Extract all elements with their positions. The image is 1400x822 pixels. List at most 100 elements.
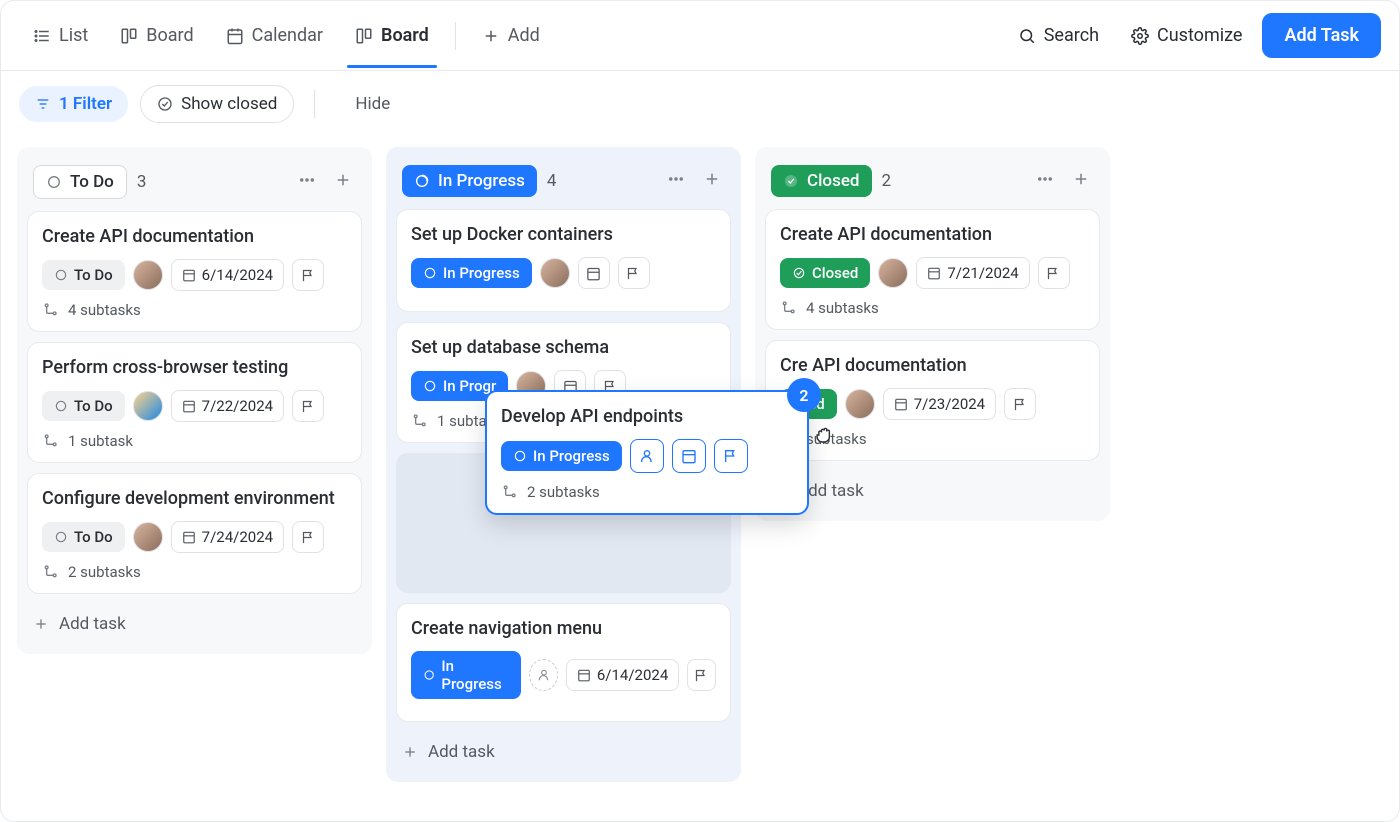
- tab-board-1[interactable]: Board: [106, 17, 207, 54]
- task-status-pill[interactable]: In Progress: [411, 651, 521, 699]
- progress-icon: [423, 266, 437, 280]
- column-status-chip[interactable]: Closed: [771, 165, 872, 197]
- tab-label: List: [59, 25, 88, 46]
- column-more-button[interactable]: [1032, 166, 1058, 196]
- task-status-pill[interactable]: In Progress: [501, 441, 622, 471]
- priority-flag[interactable]: [618, 257, 650, 289]
- top-toolbar: List Board Calendar Board Add Search Cus…: [1, 1, 1399, 71]
- calendar-icon: [226, 27, 244, 45]
- task-status-pill[interactable]: To Do: [42, 260, 125, 290]
- calendar-icon: [182, 268, 196, 282]
- due-date-empty[interactable]: [672, 439, 706, 473]
- task-status-pill[interactable]: Closed: [780, 258, 870, 288]
- tab-calendar[interactable]: Calendar: [212, 17, 337, 54]
- task-card[interactable]: Create API documentation Closed 7/21/202…: [765, 209, 1100, 330]
- subtasks-row[interactable]: 2 subtasks: [501, 483, 793, 501]
- due-date-empty[interactable]: [578, 257, 610, 289]
- hide-button[interactable]: Hide: [355, 94, 390, 114]
- column-status-label: Closed: [807, 171, 860, 191]
- priority-flag[interactable]: [1004, 388, 1036, 420]
- priority-flag[interactable]: [687, 659, 716, 691]
- due-date-chip[interactable]: 6/14/2024: [566, 659, 679, 691]
- search-button[interactable]: Search: [1006, 17, 1111, 54]
- due-date-chip[interactable]: 6/14/2024: [171, 259, 284, 291]
- filter-icon: [35, 96, 51, 112]
- subtask-icon: [780, 300, 796, 316]
- task-title: Create navigation menu: [411, 618, 716, 639]
- column-status-chip[interactable]: To Do: [33, 165, 127, 199]
- column-header: In Progress 4: [396, 157, 731, 209]
- assignee-avatar[interactable]: [133, 260, 163, 290]
- priority-flag[interactable]: [292, 259, 324, 291]
- divider: [455, 22, 456, 50]
- due-date-chip[interactable]: 7/22/2024: [171, 390, 284, 422]
- filter-label: 1 Filter: [59, 94, 112, 114]
- column-more-button[interactable]: [663, 166, 689, 196]
- search-label: Search: [1044, 25, 1099, 46]
- task-card[interactable]: Configure development environment To Do …: [27, 473, 362, 594]
- task-title: Set up Docker containers: [411, 224, 716, 245]
- priority-flag[interactable]: [1038, 257, 1070, 289]
- column-add-button[interactable]: [330, 167, 356, 197]
- column-add-button[interactable]: [699, 166, 725, 196]
- subtasks-row[interactable]: 2 subtasks: [42, 563, 347, 581]
- progress-icon: [423, 379, 437, 393]
- calendar-icon: [182, 530, 196, 544]
- column-status-label: In Progress: [438, 171, 525, 191]
- customize-label: Customize: [1157, 25, 1242, 46]
- due-date-chip[interactable]: 7/24/2024: [171, 521, 284, 553]
- task-status-pill[interactable]: In Progress: [411, 258, 532, 288]
- assignee-empty[interactable]: [630, 439, 664, 473]
- flag-icon: [301, 268, 316, 283]
- subtasks-row[interactable]: 4 subtasks: [780, 299, 1085, 317]
- add-view-button[interactable]: Add: [468, 17, 554, 54]
- task-card[interactable]: Create navigation menu In Progress 6/14/…: [396, 603, 731, 722]
- board-icon: [120, 27, 138, 45]
- add-task-button[interactable]: Add Task: [1262, 13, 1381, 58]
- task-card[interactable]: Perform cross-browser testing To Do 7/22…: [27, 342, 362, 463]
- add-view-label: Add: [508, 25, 540, 46]
- assignee-avatar[interactable]: [133, 391, 163, 421]
- plus-icon: [402, 744, 418, 760]
- assignee-empty[interactable]: [529, 659, 558, 691]
- due-date-chip[interactable]: 7/21/2024: [916, 257, 1029, 289]
- priority-flag[interactable]: [714, 439, 748, 473]
- filter-pill[interactable]: 1 Filter: [19, 86, 128, 122]
- task-title: Cre API documentation: [780, 355, 1085, 376]
- tab-list[interactable]: List: [19, 17, 102, 54]
- assignee-avatar[interactable]: [133, 522, 163, 552]
- subtasks-row[interactable]: 1 subtask: [42, 432, 347, 450]
- view-tabs: List Board Calendar Board Add: [19, 17, 554, 54]
- task-card[interactable]: Set up Docker containers In Progress: [396, 209, 731, 312]
- plus-icon: [334, 171, 352, 189]
- subtasks-row[interactable]: 4 subtasks: [42, 301, 347, 319]
- progress-icon: [513, 449, 527, 463]
- subtask-icon: [42, 433, 58, 449]
- add-task-in-column[interactable]: Add task: [27, 604, 362, 644]
- task-card[interactable]: Create API documentation To Do 6/14/2024…: [27, 211, 362, 332]
- user-icon: [537, 668, 551, 682]
- column-more-button[interactable]: [294, 167, 320, 197]
- show-closed-pill[interactable]: Show closed: [140, 85, 294, 123]
- filter-bar: 1 Filter Show closed Hide: [1, 71, 1399, 137]
- calendar-icon: [182, 399, 196, 413]
- flag-icon: [1046, 266, 1061, 281]
- due-date-chip[interactable]: 7/23/2024: [883, 388, 996, 420]
- circle-icon: [54, 399, 68, 413]
- column-header: To Do 3: [27, 157, 362, 211]
- assignee-avatar[interactable]: [845, 389, 875, 419]
- task-status-pill[interactable]: To Do: [42, 522, 125, 552]
- add-task-in-column[interactable]: Add task: [396, 732, 731, 772]
- assignee-avatar[interactable]: [540, 258, 570, 288]
- task-status-pill[interactable]: To Do: [42, 391, 125, 421]
- column-add-button[interactable]: [1068, 166, 1094, 196]
- tab-board-active[interactable]: Board: [341, 17, 443, 54]
- flag-icon: [301, 530, 316, 545]
- priority-flag[interactable]: [292, 521, 324, 553]
- customize-button[interactable]: Customize: [1119, 17, 1254, 54]
- add-task-in-column[interactable]: Add task: [765, 471, 1100, 511]
- column-status-chip[interactable]: In Progress: [402, 165, 537, 197]
- dragging-task-card[interactable]: 2 Develop API endpoints In Progress 2 su…: [485, 390, 809, 515]
- assignee-avatar[interactable]: [878, 258, 908, 288]
- priority-flag[interactable]: [292, 390, 324, 422]
